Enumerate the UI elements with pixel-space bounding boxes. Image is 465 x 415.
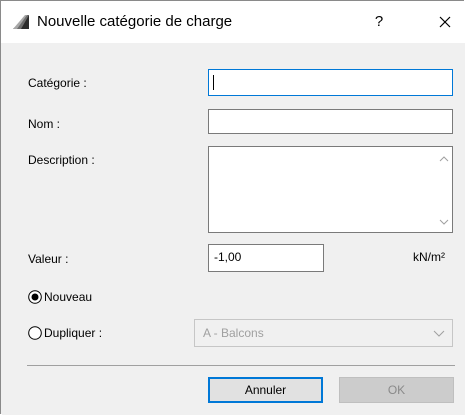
- scroll-up-icon[interactable]: [438, 153, 450, 165]
- valeur-label: Valeur :: [28, 252, 69, 266]
- app-icon: [13, 15, 29, 29]
- close-icon[interactable]: [432, 9, 458, 35]
- categorie-input[interactable]: [208, 69, 453, 96]
- categorie-label: Catégorie :: [28, 76, 87, 90]
- dupliquer-label: Dupliquer :: [44, 326, 103, 340]
- dupliquer-combo-value: A - Balcons: [203, 326, 264, 340]
- title-bar: Nouvelle catégorie de charge ?: [1, 1, 465, 43]
- nouveau-label: Nouveau: [44, 290, 93, 304]
- help-button[interactable]: ?: [367, 11, 391, 33]
- chevron-down-icon: [433, 330, 445, 337]
- cancel-button[interactable]: Annuler: [208, 377, 323, 403]
- scroll-down-icon[interactable]: [438, 216, 450, 228]
- radio-unselected-icon[interactable]: [28, 326, 42, 340]
- description-textarea[interactable]: [208, 146, 453, 233]
- separator-line: [27, 365, 455, 366]
- text-caret: [213, 75, 214, 90]
- valeur-input-value: -1,00: [214, 250, 242, 264]
- valeur-input[interactable]: -1,00: [208, 244, 324, 272]
- ok-button[interactable]: OK: [339, 377, 454, 403]
- nom-input[interactable]: [208, 109, 453, 134]
- radio-selected-icon[interactable]: [28, 290, 42, 304]
- dupliquer-radio-option[interactable]: Dupliquer :: [26, 324, 146, 342]
- dialog-body: Catégorie : Nom : Description : Valeur :…: [2, 43, 465, 415]
- description-label: Description :: [28, 153, 95, 167]
- dupliquer-combo[interactable]: A - Balcons: [194, 319, 453, 347]
- unit-label: kN/m²: [413, 250, 445, 264]
- nouveau-radio-option[interactable]: Nouveau: [26, 288, 126, 306]
- window-title: Nouvelle catégorie de charge: [37, 13, 233, 30]
- dialog-window: Nouvelle catégorie de charge ? Catégorie…: [0, 0, 465, 415]
- nom-label: Nom :: [28, 117, 61, 131]
